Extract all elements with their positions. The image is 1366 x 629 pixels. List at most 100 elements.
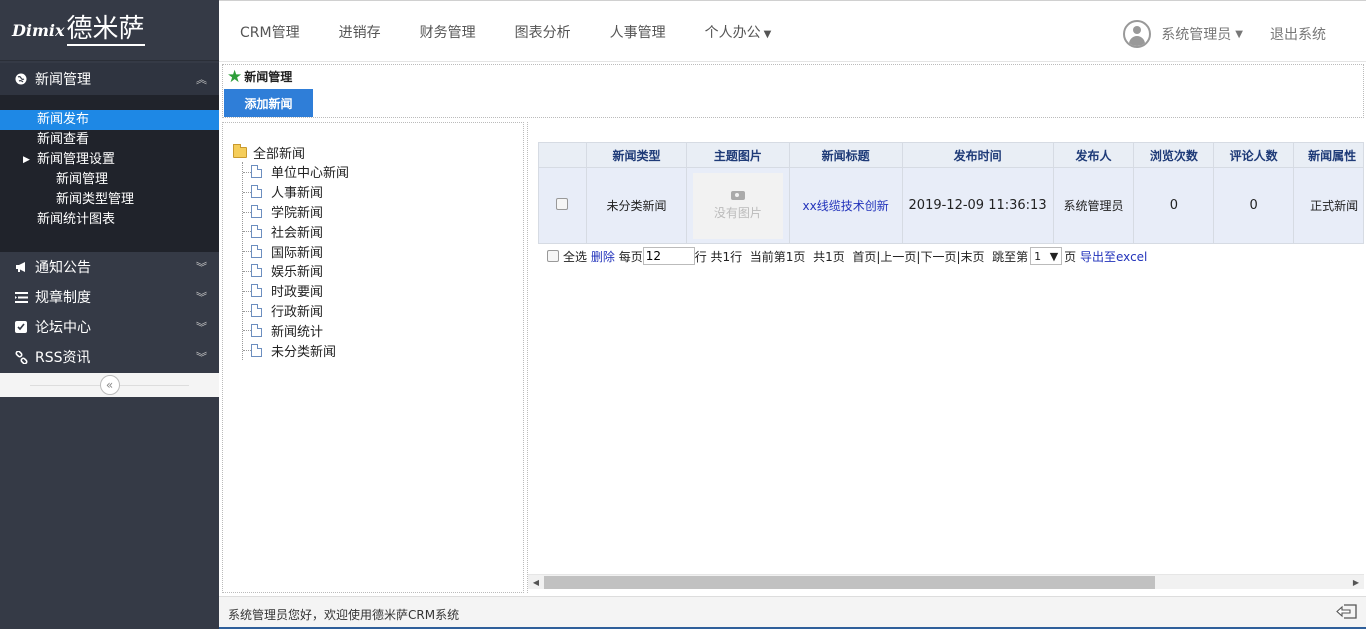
chevron-down-icon: ︾: [196, 261, 207, 274]
tree-node[interactable]: 学院新闻: [243, 202, 349, 222]
logo: Dimix 德米萨: [0, 0, 219, 61]
document-icon: [251, 165, 262, 179]
chevron-down-icon: ︾: [196, 351, 207, 364]
megaphone-icon: [14, 260, 28, 274]
scroll-left-arrow-icon[interactable]: ◀: [528, 575, 544, 590]
chevron-down-icon: ︾: [196, 321, 207, 334]
sidebar: Dimix 德米萨 新闻管理 ︽ 新闻发布 新闻查看 ▶ 新闻管理设置 新闻管理 …: [0, 0, 219, 629]
top-navbar: CRM管理 进销存 财务管理 图表分析 人事管理 个人办公 ▼ 系统管理员 ▼ 退…: [219, 0, 1366, 62]
select-all-checkbox[interactable]: [547, 250, 559, 262]
column-header[interactable]: 主题图片: [686, 142, 790, 168]
avatar[interactable]: [1123, 20, 1152, 48]
horizontal-scrollbar[interactable]: ◀ ▶: [528, 574, 1364, 589]
document-icon: [251, 204, 262, 218]
nav-charts[interactable]: 图表分析: [515, 22, 571, 42]
list-icon: [14, 290, 28, 304]
tree-node-label: 新闻统计: [271, 324, 324, 340]
sidebar-item-news-settings[interactable]: ▶ 新闻管理设置: [0, 150, 219, 170]
cell-attribute: 正式新闻: [1293, 167, 1364, 244]
news-table: 新闻类型 主题图片 新闻标题 发布时间 发布人 浏览次数 评论人数 新闻属性 未…: [538, 142, 1364, 244]
sidebar-item-news-manage[interactable]: 新闻管理: [0, 170, 219, 190]
sidebar-item-news-type-manage[interactable]: 新闻类型管理: [0, 190, 219, 210]
tree-root[interactable]: 全部新闻: [233, 142, 349, 162]
table-header-row: 新闻类型 主题图片 新闻标题 发布时间 发布人 浏览次数 评论人数 新闻属性: [538, 142, 1364, 168]
sidebar-section-label: 通知公告: [35, 260, 91, 276]
column-header[interactable]: 浏览次数: [1133, 142, 1215, 168]
delete-link[interactable]: 删除: [591, 248, 615, 265]
collapse-sidebar-button[interactable]: «: [99, 375, 120, 395]
nav-finance[interactable]: 财务管理: [420, 22, 476, 42]
column-header[interactable]: 新闻标题: [788, 142, 903, 168]
page-select[interactable]: 1 ▼: [1030, 247, 1063, 265]
caret-down-icon: ▼: [763, 29, 772, 40]
nav-label: 个人办公: [704, 25, 761, 41]
document-icon: [251, 284, 262, 298]
add-news-button[interactable]: 添加新闻: [224, 89, 313, 117]
sidebar-item-label: 新闻管理设置: [37, 152, 116, 167]
category-tree: 全部新闻 单位中心新闻 人事新闻 学院新闻 社会新闻 国际新闻 娱乐新闻 时政要…: [233, 142, 349, 360]
row-select-cell: [538, 167, 587, 244]
sidebar-item-news-stats[interactable]: 新闻统计图表: [0, 210, 219, 230]
triangle-right-icon: ▶: [23, 155, 30, 165]
column-header[interactable]: 发布时间: [901, 142, 1054, 168]
caret-down-icon: ▼: [1049, 249, 1059, 263]
column-header[interactable]: 新闻属性: [1293, 142, 1364, 168]
cell-title: xx线缆技术创新: [788, 167, 903, 244]
per-page-label: 每页: [618, 249, 643, 264]
user-name[interactable]: 系统管理员: [1161, 24, 1231, 44]
tree-node[interactable]: 社会新闻: [243, 221, 349, 241]
total-rows: 行 共1行: [694, 249, 743, 264]
nav-inventory[interactable]: 进销存: [339, 22, 381, 42]
chevron-up-icon: ︽: [196, 73, 207, 86]
select-all-label: 全选: [563, 249, 588, 264]
tree-node[interactable]: 行政新闻: [243, 301, 349, 321]
tree-node[interactable]: 国际新闻: [243, 241, 349, 261]
link-icon: [14, 350, 28, 364]
scroll-right-arrow-icon[interactable]: ▶: [1348, 575, 1364, 590]
sidebar-section-rules[interactable]: 规章制度 ︾: [0, 282, 219, 312]
nav-crm[interactable]: CRM管理: [240, 22, 300, 42]
cell-views: 0: [1133, 167, 1215, 244]
news-submenu: 新闻发布 新闻查看 ▶ 新闻管理设置 新闻管理 新闻类型管理 新闻统计图表: [0, 95, 219, 252]
tree-node-label: 社会新闻: [271, 225, 324, 241]
user-area: 系统管理员 ▼ 退出系统: [1123, 1, 1326, 67]
tree-node[interactable]: 人事新闻: [243, 182, 349, 202]
tree-node[interactable]: 单位中心新闻: [243, 162, 349, 182]
nav-personal-office[interactable]: 个人办公 ▼: [705, 22, 772, 42]
news-title-link[interactable]: xx线缆技术创新: [803, 199, 889, 213]
tree-node[interactable]: 新闻统计: [243, 320, 349, 340]
column-header[interactable]: 评论人数: [1213, 142, 1295, 168]
sidebar-section-rss[interactable]: RSS资讯 ︾: [0, 342, 219, 372]
cell-time: 2019-12-09 11:36:13: [901, 167, 1054, 244]
per-page-input[interactable]: [642, 247, 695, 265]
sidebar-item-news-view[interactable]: 新闻查看: [0, 130, 219, 150]
tree-node[interactable]: 时政要闻: [243, 281, 349, 301]
page-select-value: 1: [1034, 249, 1042, 263]
tree-node[interactable]: 娱乐新闻: [243, 261, 349, 281]
scrollbar-thumb[interactable]: [544, 576, 1155, 589]
page-nav[interactable]: 首页|上一页|下一页|末页: [852, 248, 984, 265]
column-header[interactable]: 发布人: [1052, 142, 1135, 168]
sidebar-section-news[interactable]: 新闻管理 ︽: [0, 63, 219, 95]
footer-welcome: 系统管理员您好，欢迎使用德米萨CRM系统: [228, 608, 460, 622]
tree-node-label: 单位中心新闻: [271, 166, 350, 182]
column-header-select: [538, 142, 587, 168]
nav-hr[interactable]: 人事管理: [610, 22, 666, 42]
sidebar-item-news-publish[interactable]: 新闻发布: [0, 110, 219, 130]
pager: 全选 删除 每页 行 共1行 当前第1页 共1页 首页|上一页|下一页|末页 跳…: [547, 247, 1147, 265]
globe-icon: [14, 72, 28, 86]
sidebar-section-forum[interactable]: 论坛中心 ︾: [0, 312, 219, 342]
tree-node[interactable]: 未分类新闻: [243, 340, 349, 360]
logout-link[interactable]: 退出系统: [1270, 24, 1326, 44]
image-placeholder: 没有图片: [692, 172, 783, 239]
export-excel-link[interactable]: 导出至excel: [1080, 248, 1147, 265]
caret-down-icon[interactable]: ▼: [1235, 29, 1243, 40]
category-tree-panel: 全部新闻 单位中心新闻 人事新闻 学院新闻 社会新闻 国际新闻 娱乐新闻 时政要…: [222, 122, 524, 593]
row-checkbox[interactable]: [556, 198, 569, 210]
sidebar-section-notice[interactable]: 通知公告 ︾: [0, 252, 219, 282]
table-row[interactable]: 未分类新闻 没有图片 xx线缆技术创新 2019-12-09 11:36:13 …: [538, 167, 1364, 244]
column-header[interactable]: 新闻类型: [585, 142, 688, 168]
folder-icon: [233, 143, 247, 158]
camera-icon: [730, 190, 745, 200]
exit-arrow-icon[interactable]: [1336, 603, 1358, 620]
